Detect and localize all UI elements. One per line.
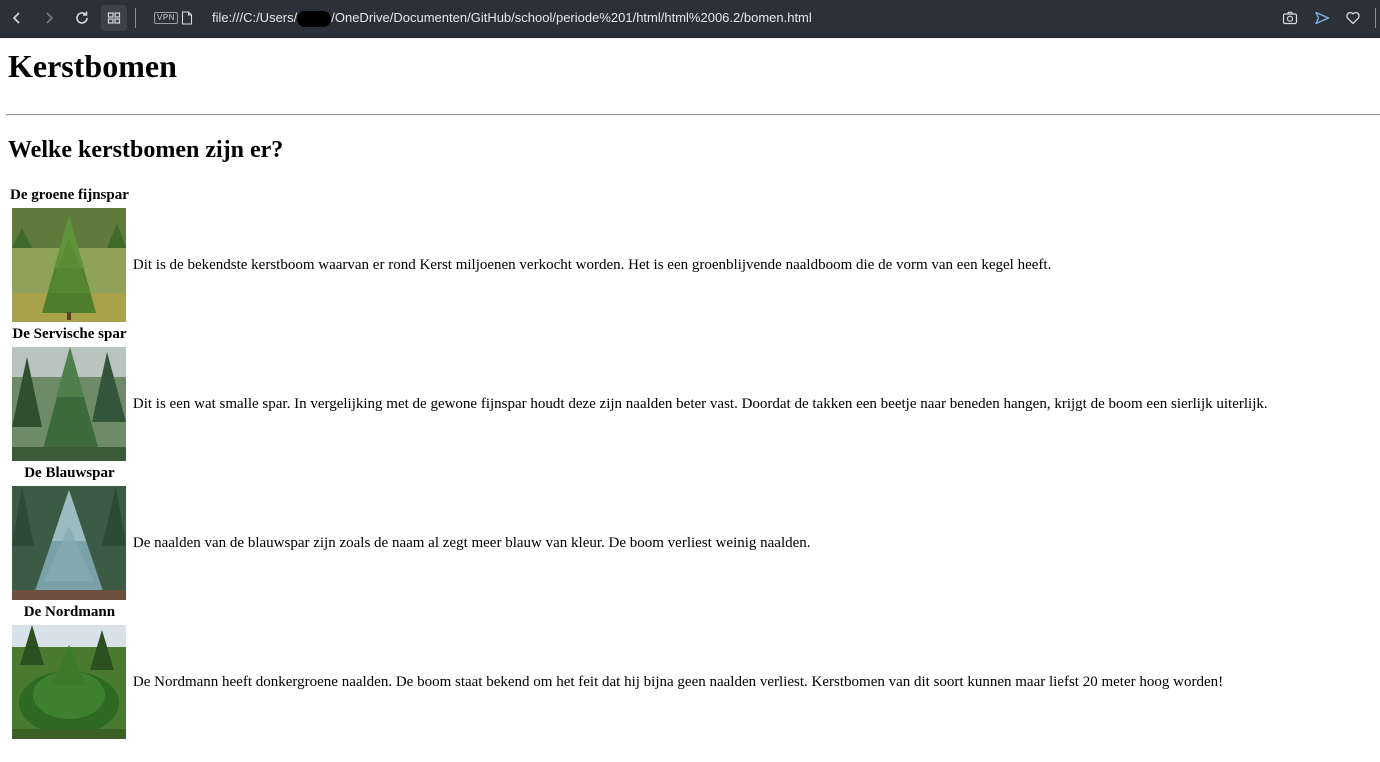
snapshot-button[interactable] xyxy=(1277,5,1303,31)
forward-button[interactable] xyxy=(36,5,62,31)
table-row: De Servische spar xyxy=(9,325,1269,344)
camera-icon xyxy=(1282,11,1298,25)
tree-name: De Nordmann xyxy=(23,604,116,620)
favorite-button[interactable] xyxy=(1340,5,1366,31)
tree-photo-fijnspar xyxy=(12,208,127,322)
send-button[interactable] xyxy=(1309,5,1335,31)
tree-description: De naalden van de blauwspar zijn zoals d… xyxy=(132,535,811,551)
heart-icon xyxy=(1346,11,1360,25)
file-icon xyxy=(181,11,193,25)
table-row: De naalden van de blauwspar zijn zoals d… xyxy=(9,485,1269,601)
tree-name: De groene fijnspar xyxy=(10,187,129,203)
page-info-button[interactable] xyxy=(179,5,195,31)
table-row: De groene fijnspar xyxy=(9,186,1269,205)
table-row: Dit is de bekendste kerstboom waarvan er… xyxy=(9,207,1269,323)
url-prefix: file:///C:/Users/ xyxy=(212,10,298,25)
tree-photo-blauwspar xyxy=(12,486,127,600)
reload-button[interactable] xyxy=(69,5,95,31)
tree-description: De Nordmann heeft donkergroene naalden. … xyxy=(132,674,1224,690)
toolbar-divider xyxy=(1375,8,1376,28)
chevron-left-icon xyxy=(12,12,20,24)
address-bar[interactable]: file:///C:/Users/ /OneDrive/Documenten/Gi… xyxy=(212,10,812,27)
tree-description: Dit is de bekendste kerstboom waarvan er… xyxy=(132,257,1052,273)
table-row: De Nordmann heeft donkergroene naalden. … xyxy=(9,624,1269,740)
table-row: Dit is een wat smalle spar. In vergelijk… xyxy=(9,346,1269,462)
grid-icon xyxy=(107,12,121,24)
table-row: De Blauwspar xyxy=(9,464,1269,483)
browser-toolbar: VPN file:///C:/Users/ /OneDrive/Documente… xyxy=(0,0,1380,38)
tree-photo-servische-spar xyxy=(12,347,127,461)
tree-description: Dit is een wat smalle spar. In vergelijk… xyxy=(132,396,1268,412)
table-row: De Nordmann xyxy=(9,603,1269,622)
tab-overview-button[interactable] xyxy=(101,5,127,31)
chevron-right-icon xyxy=(46,12,54,24)
reload-icon xyxy=(76,11,88,24)
tree-photo-nordmann xyxy=(12,625,127,739)
page-content: Kerstbomen Welke kerstbomen zijn er? De … xyxy=(0,38,1380,742)
redacted-username xyxy=(297,11,332,27)
send-icon xyxy=(1315,11,1330,25)
toolbar-divider xyxy=(135,8,136,28)
page-title: Kerstbomen xyxy=(8,48,177,84)
vpn-badge[interactable]: VPN xyxy=(154,12,178,24)
trees-table: De groene fijnspar Dit is de bekendste k… xyxy=(7,184,1271,742)
tree-name: De Servische spar xyxy=(12,326,127,342)
back-button[interactable] xyxy=(4,5,30,31)
url-suffix: /OneDrive/Documenten/GitHub/school/perio… xyxy=(331,10,812,25)
tree-name: De Blauwspar xyxy=(24,465,115,481)
page-subtitle: Welke kerstbomen zijn er? xyxy=(8,137,284,163)
